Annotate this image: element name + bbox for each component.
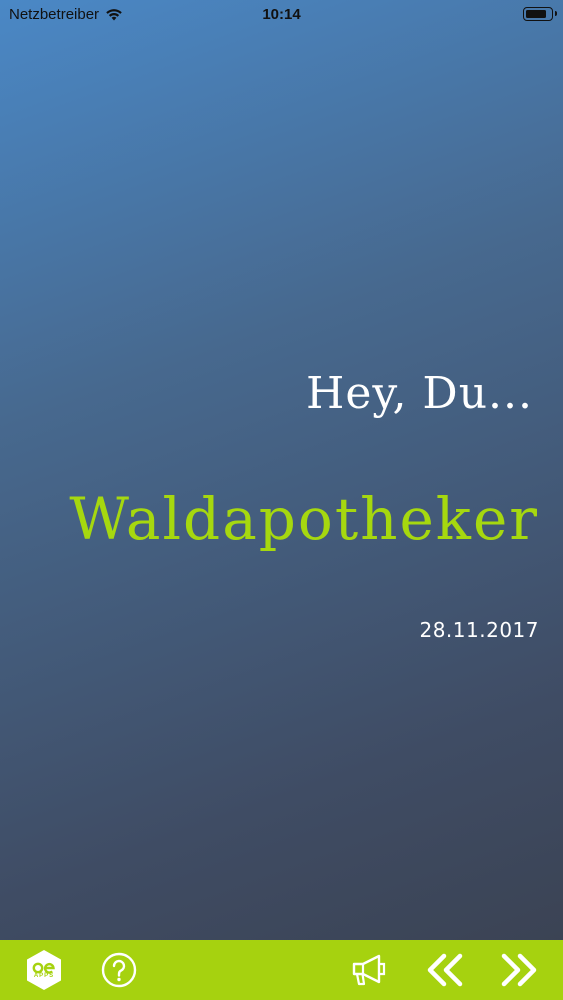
app-logo-button[interactable]: oe APPS [22,940,66,1000]
help-button[interactable] [96,940,142,1000]
announce-button[interactable] [346,940,392,1000]
status-bar: Netzbetreiber 10:14 [0,0,563,30]
date-text: 28.11.2017 [419,618,539,642]
status-time: 10:14 [262,6,301,23]
app-logo-icon [27,950,61,990]
previous-icon [427,953,463,987]
megaphone-icon [352,954,386,986]
battery-icon [523,7,557,21]
screen: Netzbetreiber 10:14 Hey, Du... Waldapoth… [0,0,563,1000]
battery-level [526,10,547,18]
page-title: Waldapotheker [69,485,539,553]
help-icon [101,952,137,988]
logo-sub-text: APPS [33,973,55,979]
greeting-text: Hey, Du... [306,368,533,419]
next-icon [501,953,537,987]
next-button[interactable] [494,940,544,1000]
bottom-toolbar: oe APPS [0,940,563,1000]
previous-button[interactable] [420,940,470,1000]
